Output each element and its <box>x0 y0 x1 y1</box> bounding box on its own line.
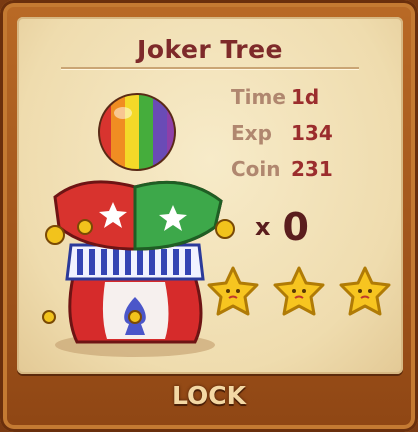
parchment-panel: Joker Tree Time 1d Exp 134 Coin 231 x 0 <box>17 17 403 374</box>
item-title: Joker Tree <box>137 35 283 64</box>
stat-coin-value: 231 <box>291 157 333 181</box>
stat-time-value: 1d <box>291 85 320 109</box>
striped-ball-icon <box>98 93 176 171</box>
quantity-display: x0 <box>255 205 309 249</box>
stat-coin: Coin 231 <box>231 151 391 187</box>
quantity-value: 0 <box>282 205 309 249</box>
stat-exp-label: Exp <box>231 121 272 145</box>
stat-time-label: Time <box>231 85 286 109</box>
stat-coin-label: Coin <box>231 157 281 181</box>
star-icon <box>273 266 325 316</box>
quantity-prefix: x <box>255 213 271 241</box>
star-icon <box>207 266 259 316</box>
star-rating <box>205 265 395 319</box>
stat-time: Time 1d <box>231 79 391 115</box>
item-card: Joker Tree Time 1d Exp 134 Coin 231 x 0 … <box>0 0 418 432</box>
jester-hat-icon <box>42 93 235 357</box>
title-divider <box>61 67 359 70</box>
stat-exp: Exp 134 <box>231 115 391 151</box>
stats-panel: Time 1d Exp 134 Coin 231 <box>231 79 391 187</box>
stat-exp-value: 134 <box>291 121 333 145</box>
star-icon <box>339 266 391 316</box>
lock-button[interactable]: LOCK <box>0 381 418 410</box>
